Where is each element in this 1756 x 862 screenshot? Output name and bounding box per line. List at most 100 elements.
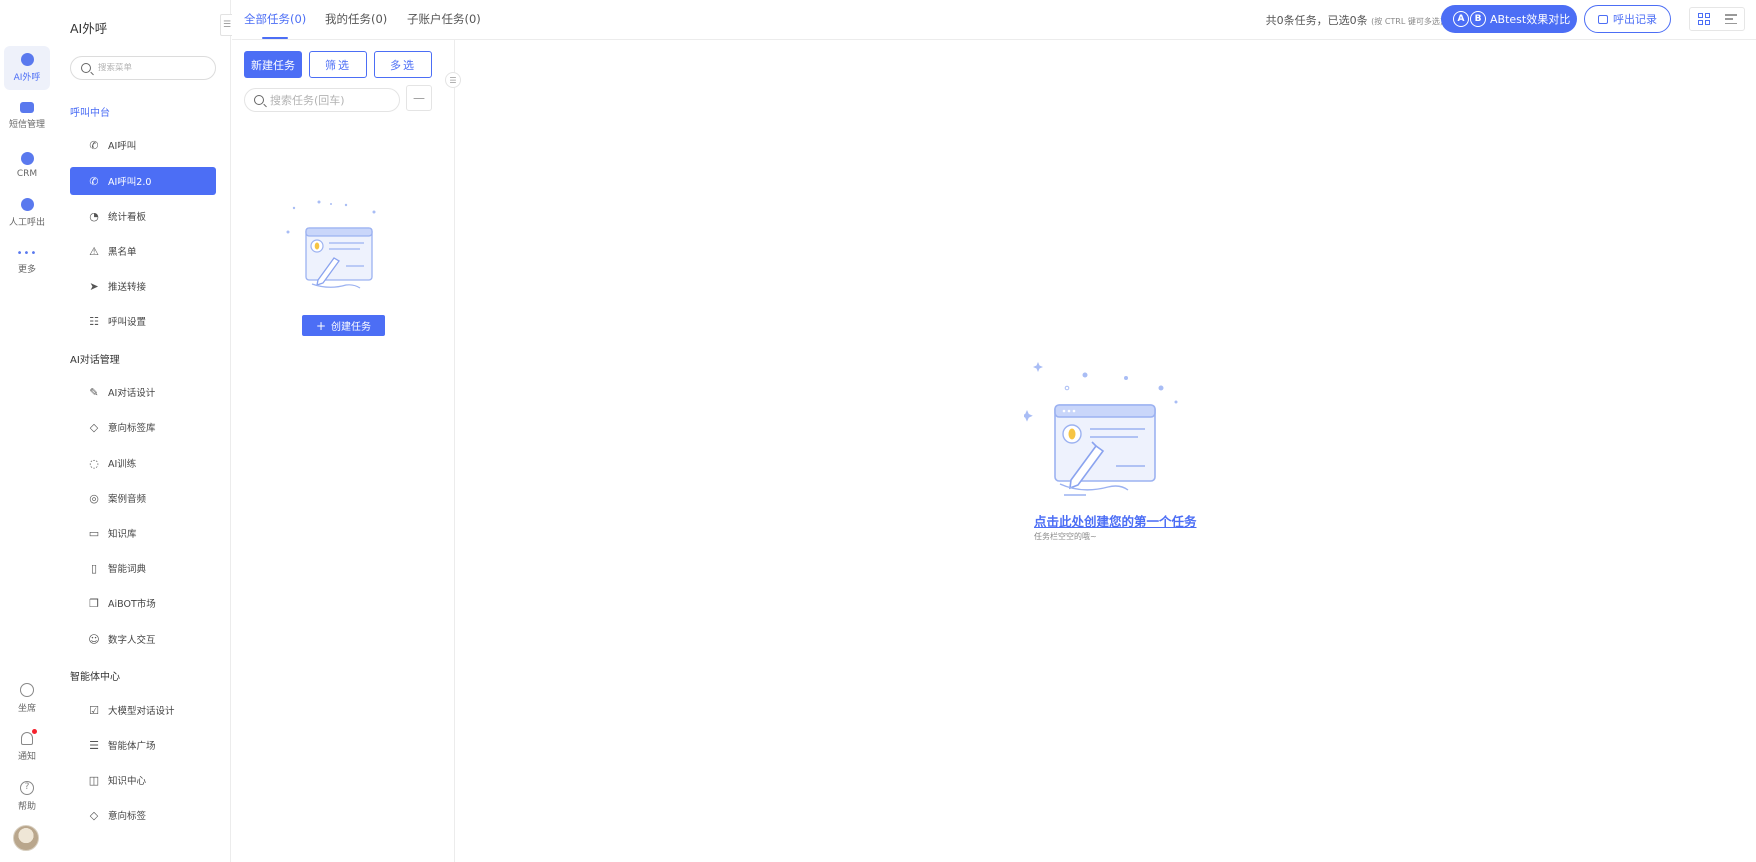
menu-sidebar: AI外呼 ☰ 呼叫中台 ✆ AI呼叫 ✆ AI呼叫2.0 ◔ 统计看板 ⚠ 黑名…	[52, 0, 234, 862]
create-task-label: 创建任务	[331, 322, 372, 333]
menu-item-intent-tag[interactable]: ◇ 意向标签	[70, 801, 216, 829]
rail-item-notify[interactable]: 通知	[4, 727, 50, 767]
menu-item-label: 推送转接	[108, 282, 147, 293]
create-task-button[interactable]: + 创建任务	[302, 315, 385, 336]
rail-item-label: 更多	[17, 264, 36, 275]
open-book-icon: ◫	[88, 773, 100, 787]
rail-item-label: CRM	[16, 168, 38, 179]
menu-item-label: 案例音频	[108, 494, 147, 505]
menu-search-input[interactable]	[98, 63, 208, 73]
tab-subaccount-tasks[interactable]: 子账户任务(0)	[407, 11, 481, 27]
menu-item-ai-call[interactable]: ✆ AI呼叫	[70, 131, 216, 159]
menu-search	[70, 56, 216, 80]
menu-item-intent-tag-library[interactable]: ◇ 意向标签库	[70, 413, 216, 441]
menu-group-title: 呼叫中台	[70, 108, 110, 119]
pen-icon: ✎	[89, 385, 99, 399]
menu-item-case-audio[interactable]: ◎ 案例音频	[70, 484, 216, 512]
rail-item-help[interactable]: ? 帮助	[4, 776, 50, 816]
tag-icon: ◇	[89, 808, 99, 822]
help-icon: ?	[20, 780, 34, 795]
abtest-label: ABtest效果对比	[1490, 13, 1571, 26]
list-icon	[1724, 14, 1737, 24]
active-tab-indicator	[262, 37, 288, 39]
menu-item-label: AI训练	[108, 459, 137, 470]
menu-item-aibot-market[interactable]: ❐ AiBOT市场	[70, 589, 216, 617]
task-search	[244, 88, 400, 112]
menu-group-title: AI对话管理	[70, 355, 120, 366]
headset-icon	[20, 682, 34, 697]
menu-item-label: 呼叫设置	[108, 317, 147, 328]
menu-item-call-settings[interactable]: ☷ 呼叫设置	[70, 307, 216, 335]
call-records-button[interactable]: 呼出记录	[1584, 5, 1671, 33]
grid-icon	[1697, 13, 1710, 25]
menu-item-label: 统计看板	[108, 212, 147, 223]
ab-a-icon: A	[1453, 11, 1469, 27]
store-icon: ☰	[89, 738, 99, 752]
agent-icon	[20, 198, 34, 211]
menu-item-dialog-design[interactable]: ✎ AI对话设计	[70, 378, 216, 406]
list-view-button[interactable]	[1717, 8, 1744, 30]
grid-view-button[interactable]	[1690, 8, 1717, 30]
laptop-icon: ▭	[88, 526, 100, 540]
tab-my-tasks[interactable]: 我的任务(0)	[325, 11, 387, 27]
menu-item-digital-human[interactable]: ☺ 数字人交互	[70, 625, 216, 653]
sliders-icon: ☷	[89, 314, 99, 328]
abtest-compare-button[interactable]: A B ABtest效果对比	[1441, 5, 1577, 33]
menu-item-stats-board[interactable]: ◔ 统计看板	[70, 202, 216, 230]
selection-summary: 共0条任务，已选0条 (按 CTRL 键可多选)	[1266, 12, 1443, 28]
menu-item-label: 黑名单	[108, 247, 137, 258]
menu-item-knowledge-base[interactable]: ▭ 知识库	[70, 519, 216, 547]
menu-group-title: 智能体中心	[70, 672, 120, 683]
plus-icon: +	[315, 318, 327, 333]
collapse-all-button[interactable]: —	[406, 85, 432, 111]
tab-all-tasks[interactable]: 全部任务(0)	[244, 11, 306, 27]
task-panel: 新建任务 筛选 多选 — + 创建任务	[232, 40, 455, 862]
menu-item-label: 知识库	[108, 529, 137, 540]
menu-item-label: AI呼叫	[108, 141, 137, 152]
search-icon	[81, 63, 91, 73]
send-icon: ➤	[89, 279, 99, 293]
rail-item-label: 坐席	[17, 703, 36, 714]
digital-human-icon: ☺	[88, 632, 100, 646]
menu-item-push-transfer[interactable]: ➤ 推送转接	[70, 272, 216, 300]
app-rail: AI外呼 短信管理 CRM 人工呼出 ••• 更多 坐席 通知 ? 帮助	[0, 0, 52, 862]
rail-item-seat[interactable]: 坐席	[4, 678, 50, 718]
rail-item-label: 短信管理	[8, 120, 45, 130]
avatar[interactable]	[13, 825, 39, 851]
menu-item-label: 智能体广场	[108, 741, 156, 752]
tag-icon: ◇	[89, 420, 99, 434]
rail-item-manual-call[interactable]: 人工呼出	[4, 191, 50, 235]
book-icon: ▯	[90, 561, 98, 575]
menu-item-smart-dictionary[interactable]: ▯ 智能词典	[70, 554, 216, 582]
robot-icon	[20, 53, 34, 66]
menu-item-knowledge-center[interactable]: ◫ 知识中心	[70, 766, 216, 794]
menu-item-ai-call-2[interactable]: ✆ AI呼叫2.0	[70, 167, 216, 195]
menu-item-agent-plaza[interactable]: ☰ 智能体广场	[70, 731, 216, 759]
summary-hint: (按 CTRL 键可多选)	[1371, 17, 1443, 26]
create-first-task-link[interactable]: 点击此处创建您的第一个任务	[1034, 511, 1197, 530]
rail-item-ai-outbound[interactable]: AI外呼	[4, 46, 50, 90]
multi-select-button[interactable]: 多选	[374, 51, 432, 78]
summary-text: 共0条任务，已选0条	[1265, 14, 1368, 27]
view-switch	[1689, 7, 1745, 31]
rail-item-more[interactable]: ••• 更多	[4, 240, 50, 284]
menu-item-label: 意向标签	[108, 811, 147, 822]
menu-item-label: 大模型对话设计	[108, 706, 175, 717]
filter-button[interactable]: 筛选	[309, 51, 367, 78]
empty-state-subtext: 任务栏空空的哦~	[1034, 532, 1097, 541]
menu-item-label: AI对话设计	[108, 388, 156, 399]
task-search-input[interactable]	[270, 93, 400, 107]
rail-item-sms[interactable]: 短信管理	[4, 94, 50, 138]
menu-title: AI外呼	[70, 21, 108, 36]
message-icon	[20, 102, 34, 113]
rail-item-label: 通知	[17, 752, 36, 762]
rail-item-crm[interactable]: CRM	[4, 143, 50, 187]
menu-item-ai-training[interactable]: ◌ AI训练	[70, 449, 216, 477]
menu-item-blacklist[interactable]: ⚠ 黑名单	[70, 237, 216, 265]
warning-icon: ⚠	[89, 244, 99, 258]
menu-item-label: AiBOT市场	[108, 599, 156, 610]
menu-item-llm-dialog-design[interactable]: ☑ 大模型对话设计	[70, 696, 216, 724]
menu-item-label: 意向标签库	[108, 423, 156, 434]
new-task-button[interactable]: 新建任务	[244, 51, 302, 78]
menu-item-label: 知识中心	[108, 776, 147, 787]
